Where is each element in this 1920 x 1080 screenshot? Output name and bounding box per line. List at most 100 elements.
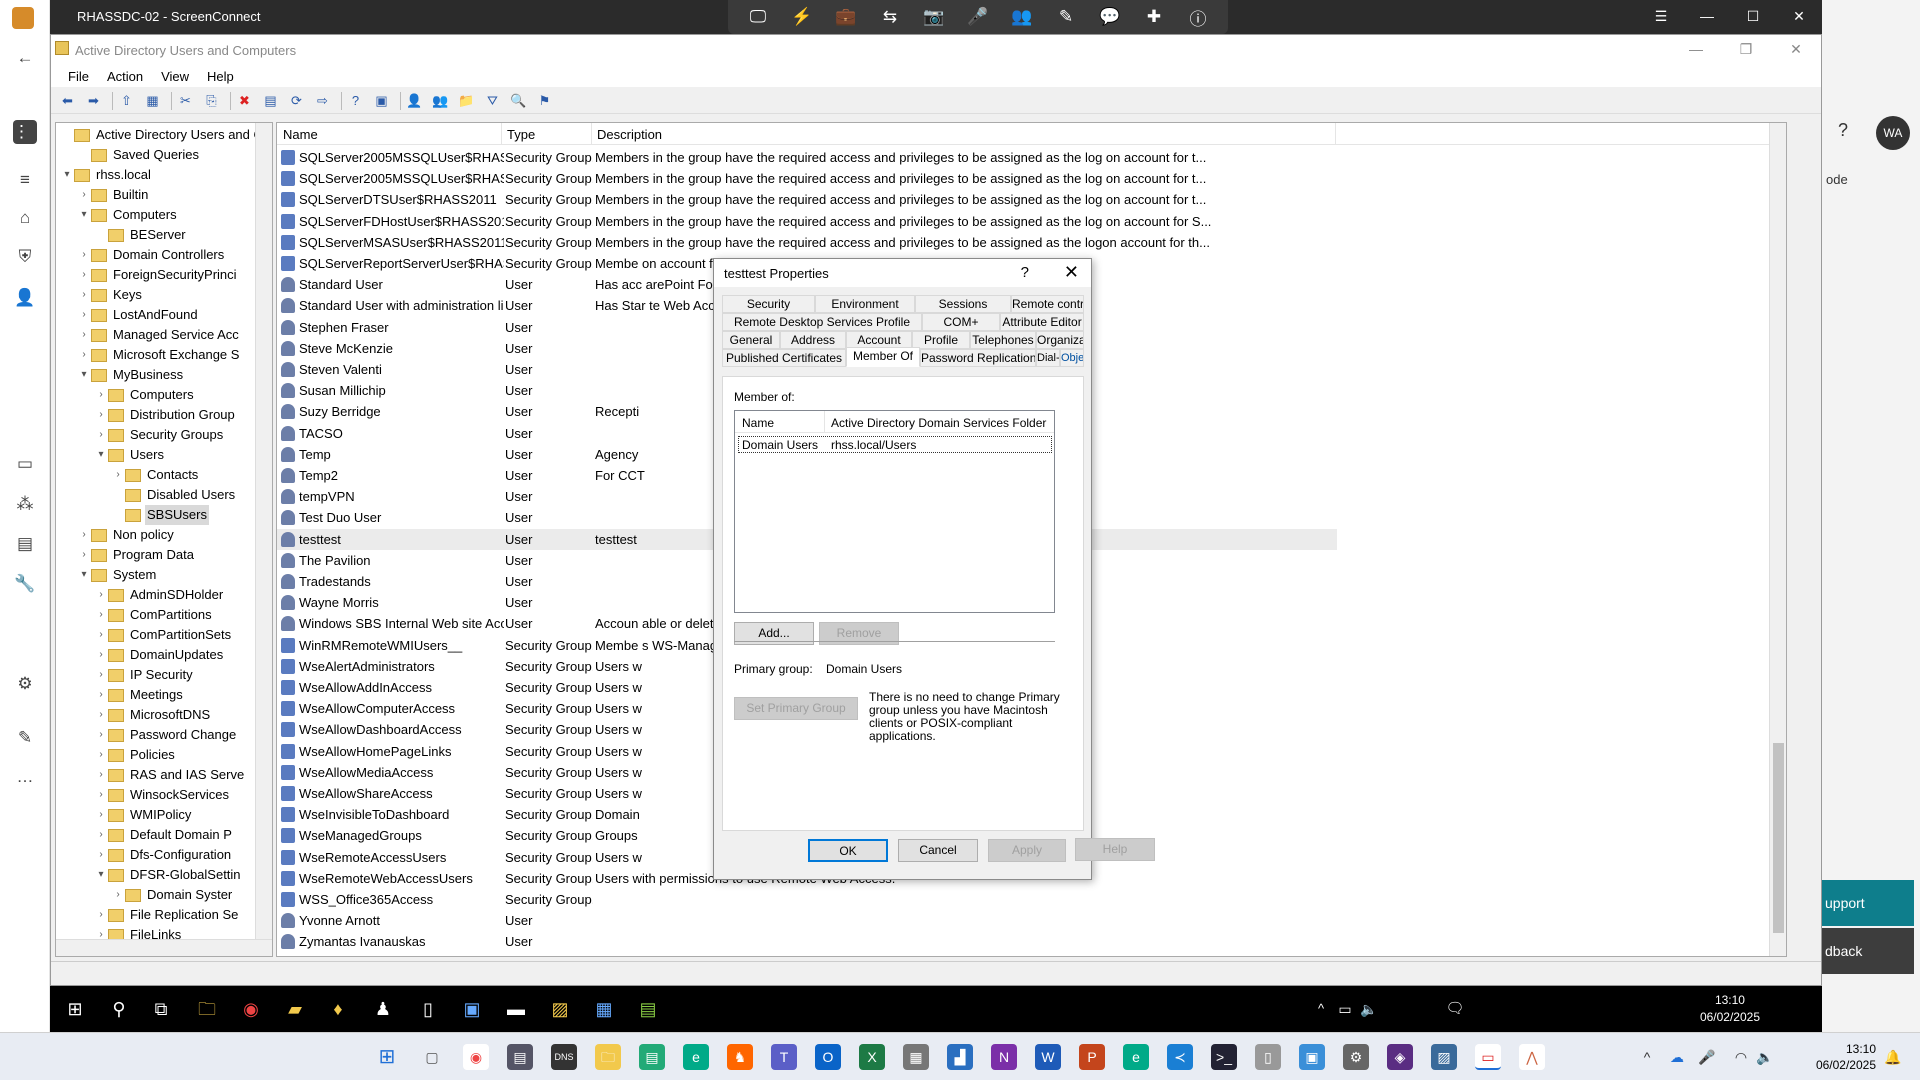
- tree-node[interactable]: › Password Change: [94, 725, 238, 745]
- app-icon-5[interactable]: ▣: [459, 996, 485, 1022]
- tree-node[interactable]: › Security Groups: [94, 425, 225, 445]
- tray-chevron-icon[interactable]: ^: [1634, 1044, 1660, 1070]
- task-view-icon[interactable]: ▢: [419, 1044, 445, 1070]
- col-name-header[interactable]: Name: [742, 416, 774, 430]
- outlook-icon[interactable]: O: [815, 1044, 841, 1070]
- volume-icon[interactable]: 🔈: [1752, 1044, 1778, 1070]
- restore-icon[interactable]: ❐: [1721, 35, 1771, 63]
- info-icon[interactable]: ⓘ: [1184, 5, 1212, 30]
- tab-profile[interactable]: Profile: [912, 331, 970, 349]
- tree-node[interactable]: › Dfs-Configuration: [94, 845, 233, 865]
- properties-icon[interactable]: ▤: [260, 91, 281, 111]
- expand-toggle-icon[interactable]: ›: [77, 545, 91, 565]
- tree-node[interactable]: › LostAndFound: [77, 305, 200, 325]
- close-icon[interactable]: ✕: [1776, 0, 1822, 34]
- tree-node[interactable]: › ForeignSecurityPrinci: [77, 265, 239, 285]
- network-icon[interactable]: ⁂: [13, 492, 37, 516]
- notification-bell-icon[interactable]: 🔔: [1880, 1044, 1906, 1070]
- tab-organization[interactable]: Organization: [1036, 331, 1084, 349]
- expand-toggle-icon[interactable]: ›: [94, 605, 108, 625]
- app-icon-f[interactable]: ◈: [1387, 1044, 1413, 1070]
- computer-icon[interactable]: ▭: [13, 452, 37, 476]
- list-vertical-scrollbar[interactable]: [1769, 123, 1786, 956]
- tree-node[interactable]: › Microsoft Exchange S: [77, 345, 241, 365]
- app-icon-h[interactable]: ⋀: [1519, 1044, 1545, 1070]
- tree-node[interactable]: › Default Domain P: [94, 825, 234, 845]
- home-icon[interactable]: ⌂: [13, 206, 37, 230]
- forward-icon[interactable]: ➡: [83, 91, 104, 111]
- set-primary-group-button[interactable]: Set Primary Group: [734, 697, 858, 720]
- list-row[interactable]: SQLServerMSASUser$RHASS2011$MSSQ...Secur…: [277, 232, 1337, 253]
- column-description-header[interactable]: Description: [597, 127, 662, 142]
- volume-tray-icon[interactable]: 🔈: [1356, 996, 1382, 1022]
- onenote-icon[interactable]: N: [991, 1044, 1017, 1070]
- expand-toggle-icon[interactable]: ›: [94, 805, 108, 825]
- find-icon[interactable]: 🔍: [508, 91, 529, 111]
- menu-icon[interactable]: ≡: [13, 168, 37, 192]
- new-user-icon[interactable]: 👤: [404, 91, 425, 111]
- tree-node[interactable]: ▾ System: [77, 565, 158, 585]
- tree-node[interactable]: ▾ Computers: [77, 205, 179, 225]
- powerpoint-icon[interactable]: P: [1079, 1044, 1105, 1070]
- microphone-icon[interactable]: 🎤: [964, 7, 992, 27]
- apply-button[interactable]: Apply: [988, 839, 1066, 862]
- copy-icon[interactable]: ⎘: [201, 91, 222, 111]
- tree-node[interactable]: › Domain Syster: [111, 885, 234, 905]
- notification-icon[interactable]: 🗨: [1442, 996, 1468, 1022]
- expand-toggle-icon[interactable]: ▾: [77, 205, 91, 225]
- wrench-icon[interactable]: 🔧: [13, 572, 37, 596]
- close-icon[interactable]: ✕: [1771, 35, 1821, 63]
- minimize-icon[interactable]: —: [1671, 35, 1721, 63]
- tree-node[interactable]: › Contacts: [111, 465, 200, 485]
- file-explorer-icon[interactable]: 🗀: [194, 996, 220, 1022]
- expand-toggle-icon[interactable]: ▾: [94, 865, 108, 885]
- view-icon[interactable]: ▣: [371, 91, 392, 111]
- app-icon-3[interactable]: ♟: [370, 996, 396, 1022]
- tree-node[interactable]: ▾ MyBusiness: [77, 365, 185, 385]
- list-row[interactable]: Zymantas Ivanauskas User: [277, 931, 1337, 952]
- expand-toggle-icon[interactable]: ›: [94, 425, 108, 445]
- annotate-icon[interactable]: ✎: [1052, 7, 1080, 27]
- scroll-thumb[interactable]: [1773, 743, 1784, 933]
- maximize-icon[interactable]: ☐: [1730, 0, 1776, 34]
- tree-node[interactable]: › MicrosoftDNS: [94, 705, 212, 725]
- remote-clock[interactable]: 13:10 06/02/2025: [1700, 992, 1760, 1026]
- tree-node[interactable]: › WMIPolicy: [94, 805, 193, 825]
- expand-toggle-icon[interactable]: ›: [111, 465, 125, 485]
- screen-icon[interactable]: 🖵: [744, 7, 772, 27]
- start-icon[interactable]: ⊞: [62, 996, 88, 1022]
- settings-icon[interactable]: ⚙: [1343, 1044, 1369, 1070]
- menu-action[interactable]: Action: [98, 65, 152, 87]
- tree-node[interactable]: BEServer: [94, 225, 188, 245]
- list-row[interactable]: SQLServerFDHostUser$RHASS2011$MSS...Secu…: [277, 211, 1337, 232]
- minimize-icon[interactable]: —: [1684, 0, 1730, 34]
- camera-icon[interactable]: 📷: [920, 7, 948, 27]
- expand-toggle-icon[interactable]: ›: [94, 405, 108, 425]
- toolbox-icon[interactable]: 💼: [832, 7, 860, 27]
- list-row[interactable]: SQLServer2005MSSQLUser$RHASS2011$...Secu…: [277, 168, 1337, 189]
- expand-toggle-icon[interactable]: ›: [94, 745, 108, 765]
- expand-toggle-icon[interactable]: ›: [94, 685, 108, 705]
- tree-node[interactable]: › AdminSDHolder: [94, 585, 225, 605]
- expand-toggle-icon[interactable]: ›: [77, 185, 91, 205]
- column-type-header[interactable]: Type: [507, 127, 535, 142]
- menu-lines-icon[interactable]: ☰: [1638, 0, 1684, 34]
- tree-node[interactable]: › Builtin: [77, 185, 150, 205]
- delete-icon[interactable]: ✖: [234, 91, 255, 111]
- app-icon-4[interactable]: ▯: [415, 996, 441, 1022]
- member-of-row[interactable]: Domain Users rhss.local/Users: [738, 436, 1052, 453]
- expand-toggle-icon[interactable]: ›: [94, 845, 108, 865]
- menu-view[interactable]: View: [152, 65, 198, 87]
- mic-icon[interactable]: 🎤: [1694, 1044, 1720, 1070]
- support-icon[interactable]: ⚙: [13, 672, 37, 696]
- tree-node[interactable]: › File Replication Se: [94, 905, 240, 925]
- more-icon[interactable]: …: [13, 765, 37, 789]
- tab-address[interactable]: Address: [780, 331, 846, 349]
- feedback-button[interactable]: dback: [1822, 928, 1914, 974]
- tab-password-replication[interactable]: Password Replication: [920, 349, 1036, 367]
- app-icon-6[interactable]: ▨: [547, 996, 573, 1022]
- tree-node[interactable]: › DomainUpdates: [94, 645, 225, 665]
- chrome-icon[interactable]: ◉: [463, 1044, 489, 1070]
- refresh-icon[interactable]: ⟳: [286, 91, 307, 111]
- expand-toggle-icon[interactable]: ▾: [77, 565, 91, 585]
